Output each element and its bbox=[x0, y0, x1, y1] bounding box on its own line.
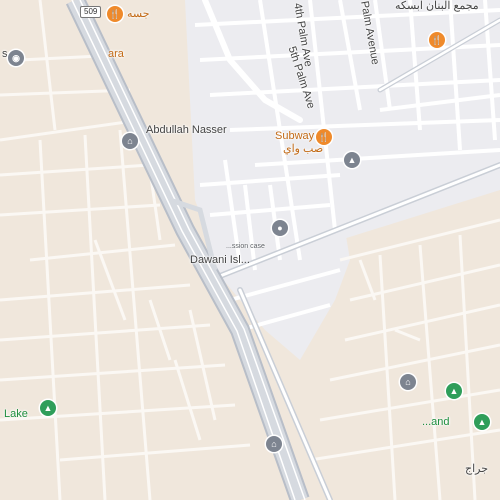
restaurant-pin-icon[interactable]: 🍴 bbox=[107, 6, 123, 22]
restaurant-pin-icon[interactable]: 🍴 bbox=[316, 129, 332, 145]
label-arabic-top-left: جسه bbox=[127, 8, 150, 20]
label-abdullah-nasser: Abdullah Nasser bbox=[146, 124, 227, 136]
school-pin-icon[interactable]: ▲ bbox=[344, 152, 360, 168]
label-ara: ara bbox=[108, 48, 124, 60]
label-dawani: Dawani Isl... bbox=[190, 254, 250, 266]
mosque-pin-icon[interactable]: ⌂ bbox=[266, 436, 282, 452]
place-pin-icon[interactable]: ◉ bbox=[8, 50, 24, 66]
restaurant-pin-icon[interactable]: 🍴 bbox=[429, 32, 445, 48]
label-subway: Subway bbox=[275, 130, 315, 142]
label-s: s bbox=[2, 48, 8, 60]
park-pin-icon[interactable]: ▲ bbox=[474, 414, 490, 430]
place-pin-icon[interactable]: ● bbox=[272, 220, 288, 236]
label-arabic-top-right: مجمع البنان ابسكه bbox=[395, 0, 479, 12]
label-small-caption: ...ssion case bbox=[226, 243, 265, 250]
label-arabic-bottom: جراج bbox=[465, 463, 489, 475]
park-pin-icon[interactable]: ▲ bbox=[40, 400, 56, 416]
park-pin-icon[interactable]: ▲ bbox=[446, 383, 462, 399]
mosque-pin-icon[interactable]: ⌂ bbox=[122, 133, 138, 149]
label-subway-arabic: صب واي bbox=[283, 143, 324, 155]
label-land-right: ...and bbox=[422, 416, 450, 428]
mosque-pin-icon[interactable]: ⌂ bbox=[400, 374, 416, 390]
road-shield-509: 509 bbox=[80, 6, 102, 18]
label-lake: Lake bbox=[4, 408, 28, 420]
